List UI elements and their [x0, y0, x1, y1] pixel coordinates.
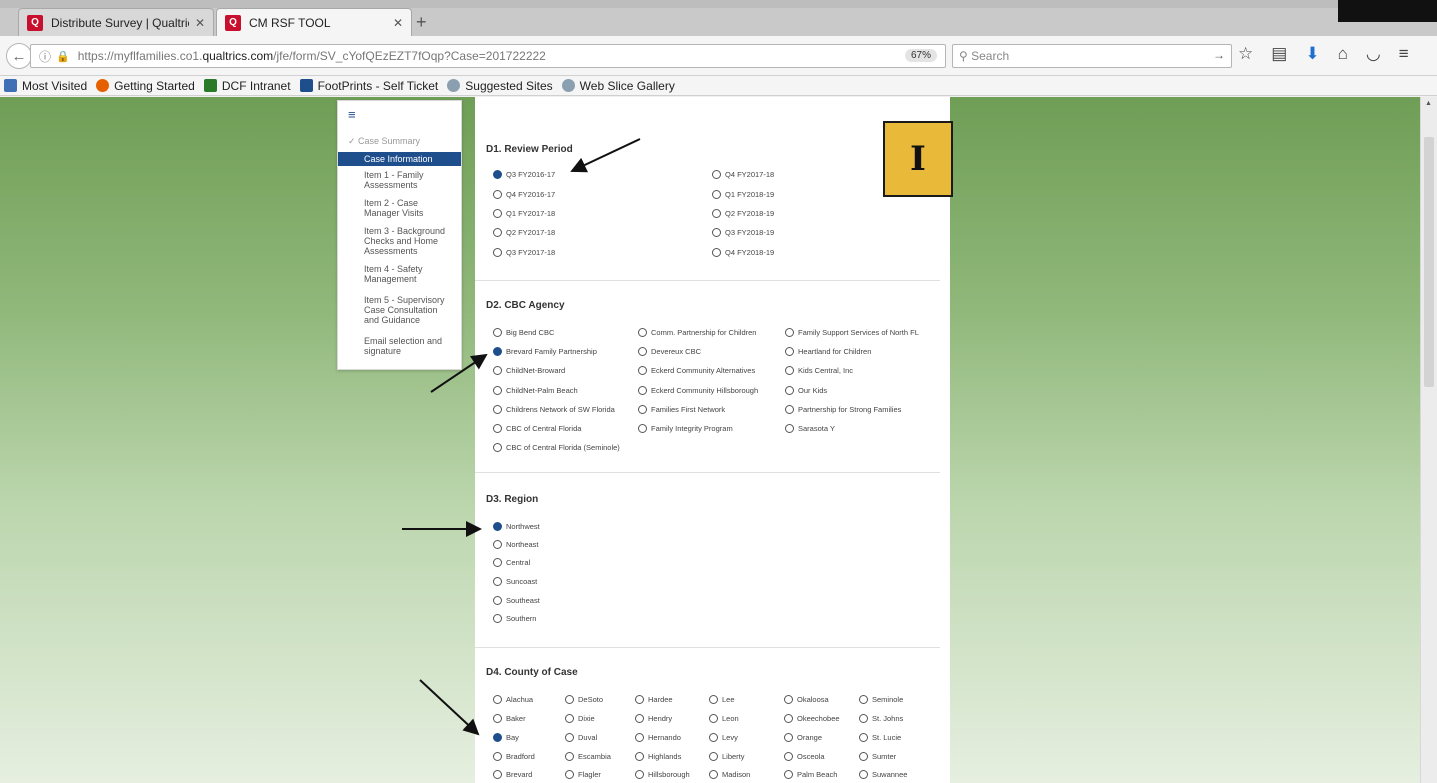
search-input[interactable]: ⚲ Search →: [952, 44, 1232, 68]
back-arrow-icon[interactable]: ←: [6, 43, 32, 69]
tab-cm-rsf-tool[interactable]: Q CM RSF TOOL ✕: [216, 8, 412, 36]
tab-title: Distribute Survey | Qualtric...: [51, 15, 189, 30]
firefox-icon: [96, 79, 110, 92]
zoom-level-badge[interactable]: 67%: [905, 49, 938, 62]
tab-distribute-survey[interactable]: Q Distribute Survey | Qualtric... ✕: [18, 8, 214, 36]
bookmark-most-visited[interactable]: Most Visited: [4, 79, 87, 93]
bookmarks-bar: Most Visited Getting Started DCF Intrane…: [0, 76, 1437, 96]
menu-hamburger-icon[interactable]: ≡: [1399, 44, 1409, 64]
bookmark-getting-started[interactable]: Getting Started: [96, 79, 195, 93]
qualtrics-favicon-icon: Q: [27, 14, 43, 31]
search-icon: ⚲: [959, 49, 972, 63]
close-tab-icon[interactable]: ✕: [393, 16, 403, 30]
annotation-arrows: [402, 138, 641, 736]
scroll-up-arrow-icon[interactable]: ▲: [1425, 100, 1432, 107]
bookmark-folder-icon: [4, 79, 17, 92]
tab-title: CM RSF TOOL: [249, 15, 331, 30]
globe-icon: [447, 79, 461, 92]
info-icon[interactable]: ⓘ: [39, 48, 51, 65]
navigation-bar: ← ⓘ 🔒 https://myflfamilies.co1.qualtrics…: [0, 36, 1437, 76]
annotation-arrow: [570, 138, 641, 173]
tab-bar: Q Distribute Survey | Qualtric... ✕ Q CM…: [0, 0, 1437, 36]
dcf-logo-icon: [203, 79, 217, 92]
scrollbar-thumb[interactable]: [1424, 137, 1434, 387]
vertical-scrollbar[interactable]: ▲: [1420, 97, 1437, 783]
url-bar[interactable]: ⓘ 🔒 https://myflfamilies.co1.qualtrics.c…: [30, 44, 968, 68]
page-viewport: ≡ ✓ Case Summary Case Information Item 1…: [0, 97, 1420, 783]
toolbar-icons: ☆ ▤ ⬇ ⌂ ◡ ≡: [1238, 44, 1409, 64]
bookmark-suggested-sites[interactable]: Suggested Sites: [447, 79, 553, 93]
footprints-icon: [299, 79, 313, 92]
new-tab-plus-icon[interactable]: +: [416, 12, 427, 33]
redacted-block: [1338, 0, 1437, 22]
url-text: https://myflfamilies.co1.qualtrics.com/j…: [77, 49, 546, 63]
search-placeholder: Search: [971, 49, 1010, 63]
lock-icon: 🔒: [56, 50, 70, 63]
annotation-arrow: [419, 679, 480, 736]
bookmark-star-icon[interactable]: ☆: [1238, 44, 1253, 64]
globe-icon: [561, 79, 575, 92]
home-icon[interactable]: ⌂: [1338, 44, 1348, 64]
search-go-arrow-icon[interactable]: →: [1213, 48, 1225, 62]
annotation-arrow: [430, 353, 488, 393]
qualtrics-favicon-icon: Q: [225, 14, 241, 31]
reading-list-icon[interactable]: ▤: [1271, 44, 1287, 64]
close-tab-icon[interactable]: ✕: [195, 16, 205, 30]
download-arrow-icon[interactable]: ⬇: [1305, 44, 1319, 64]
bookmark-dcf-intranet[interactable]: DCF Intranet: [203, 79, 291, 93]
tabstrip-top: [0, 0, 1437, 8]
bookmark-web-slice-gallery[interactable]: Web Slice Gallery: [561, 79, 675, 93]
pocket-icon[interactable]: ◡: [1366, 44, 1381, 64]
bookmark-footprints[interactable]: FootPrints - Self Ticket: [299, 79, 438, 93]
